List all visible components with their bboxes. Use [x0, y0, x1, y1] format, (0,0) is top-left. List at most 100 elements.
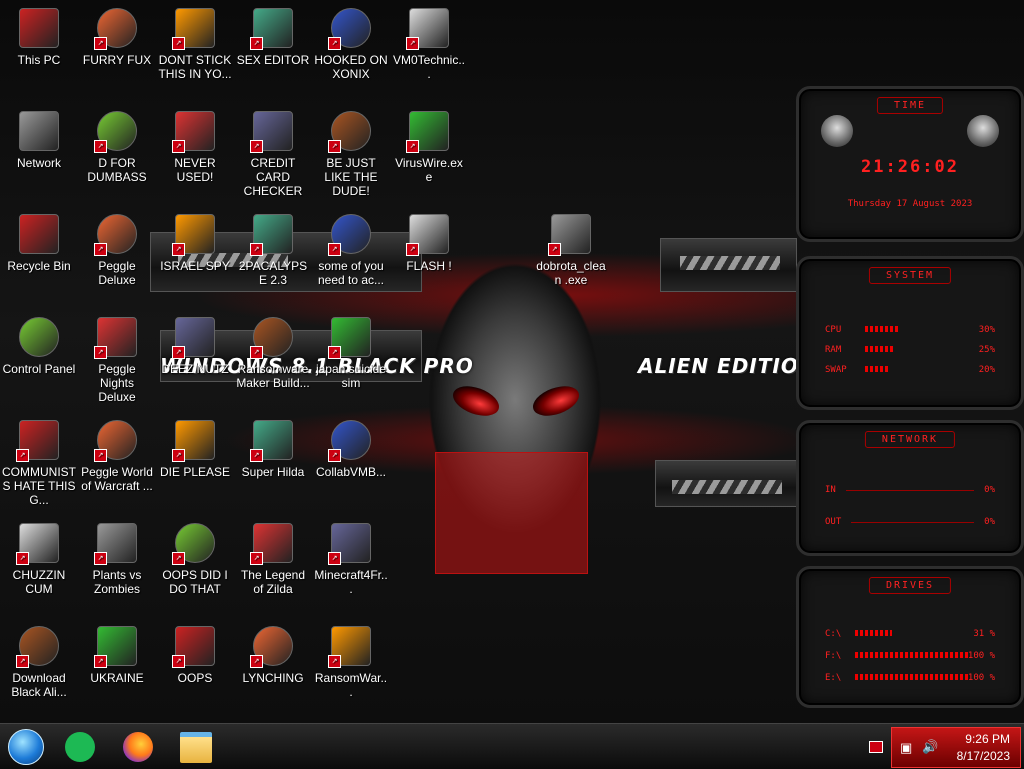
desktop-icon[interactable]: ↗ some of you need to ac... [312, 206, 390, 287]
taskbar-app-firefox[interactable] [118, 729, 158, 765]
desktop-icon[interactable]: ↗ OOPS DID I DO THAT [156, 515, 234, 596]
desktop-icon[interactable]: ↗ ISRAEL SPY [156, 206, 234, 273]
desktop-icon[interactable]: ↗ HOOKED ON XONIX [312, 0, 390, 81]
desktop-icon[interactable]: ↗ FLASH ! [390, 206, 468, 273]
desktop-icon[interactable]: ↗ DIE PLEASE [156, 412, 234, 479]
desktop-icon[interactable]: ↗ 2PACALYPSE 2.3 [234, 206, 312, 287]
desktop-icon[interactable]: ↗ COMMUNISTS HATE THIS G... [0, 412, 78, 507]
desktop-icon-label: Super Hilda [241, 465, 305, 479]
time-gadget[interactable]: TIME 21:26:02 Thursday 17 August 2023 [796, 86, 1024, 242]
alien-head-icon [967, 115, 999, 147]
desktop-icon[interactable]: ↗ VM0Technic... [390, 0, 468, 81]
terminal-icon: ↗ [250, 212, 296, 256]
shortcut-badge-icon: ↗ [250, 37, 263, 50]
network-gadget[interactable]: NETWORK IN 0% OUT 0% [796, 420, 1024, 556]
badge-icon: ↗ [250, 624, 296, 668]
volume-icon[interactable]: 🔊 [922, 739, 938, 755]
red-skull-icon: ↗ [172, 624, 218, 668]
app-window-icon: ↗ [250, 315, 296, 359]
shortcut-badge-icon: ↗ [172, 243, 185, 256]
desktop-icon[interactable]: ↗ CHUZZIN CUM [0, 515, 78, 596]
time-gadget-title: TIME [876, 97, 944, 114]
red-orb-icon: ↗ [16, 624, 62, 668]
desktop-icon[interactable]: ↗ Download Black Ali... [0, 618, 78, 699]
portrait-icon: ↗ [172, 521, 218, 565]
desktop-icon[interactable]: ↗ D FOR DUMBASS [78, 103, 156, 184]
shortcut-badge-icon: ↗ [250, 449, 263, 462]
ram-bar [865, 346, 894, 352]
shortcut-badge-icon: ↗ [172, 140, 185, 153]
desktop-icon[interactable]: ↗ Peggle Deluxe [78, 206, 156, 287]
shortcut-badge-icon: ↗ [94, 655, 107, 668]
shortcut-badge-icon: ↗ [16, 655, 29, 668]
desktop-icon[interactable]: ↗ Super Hilda [234, 412, 312, 479]
credit-card-icon: ↗ [250, 109, 296, 153]
taskbar-clock[interactable]: 9:26 PM 8/17/2023 [957, 731, 1010, 765]
desktop-icon[interactable]: ↗ UKRAINE [78, 618, 156, 685]
desktop-icon[interactable]: ↗ Peggle World of Warcraft ... [78, 412, 156, 493]
lime-icon: ↗ [406, 109, 452, 153]
network-gadget-title: NETWORK [864, 431, 956, 448]
desktop-icon[interactable]: Recycle Bin [0, 206, 78, 273]
desktop-icon[interactable]: ↗ DONT STICK THIS IN YO... [156, 0, 234, 81]
desktop-icon[interactable]: ↗ Ransomware Maker Build... [234, 309, 312, 390]
desktop-icon-label: D FOR DUMBASS [87, 156, 147, 184]
drive-f-bar [855, 652, 968, 658]
desktop-icon[interactable]: ↗ dobrota_clean .exe [532, 206, 610, 287]
taskbar-app-explorer[interactable] [176, 729, 216, 765]
desktop-icon[interactable]: ↗ VirusWire.exe [390, 103, 468, 184]
desktop-icon[interactable]: ↗ japan suicide sim [312, 309, 390, 390]
drive-e-value: 100 % [967, 673, 995, 683]
shortcut-badge-icon: ↗ [94, 346, 107, 359]
desktop-icon-label: HOOKED ON XONIX [314, 53, 388, 81]
flash-file-icon: ↗ [406, 212, 452, 256]
desktop-icon[interactable]: ↗ SEX EDITOR [234, 0, 312, 67]
shortcut-badge-icon: ↗ [172, 552, 185, 565]
desktop-icon[interactable]: Control Panel [0, 309, 78, 376]
drives-gadget[interactable]: DRIVES C:\ 31 % F:\ 100 % E:\ 100 % [796, 566, 1024, 708]
desktop-icon-label: FLASH ! [406, 259, 452, 273]
desktop-icon[interactable]: This PC [0, 0, 78, 67]
system-gadget[interactable]: SYSTEM CPU 30% RAM 25% SWAP 20% [796, 256, 1024, 410]
start-button[interactable] [6, 729, 46, 765]
drive-c-value: 31 % [973, 629, 995, 639]
peggle-icon: ↗ [94, 315, 140, 359]
network-in-value: 0% [984, 485, 995, 495]
desktop-icon[interactable]: ↗ NEVER USED! [156, 103, 234, 184]
desktop-icon-label: dobrota_clean .exe [536, 259, 606, 287]
vlc-cone-icon: ↗ [172, 6, 218, 50]
desktop-icon[interactable]: ↗ FURRY FUX [78, 0, 156, 67]
desktop-icon[interactable]: ↗ Plants vs Zombies [78, 515, 156, 596]
cpu-bar [865, 326, 900, 332]
doctor-icon: ↗ [406, 6, 452, 50]
desktop-icon[interactable]: ↗ RansomWar... [312, 618, 390, 699]
desktop-icon[interactable]: ↗ CollabVMB... [312, 412, 390, 479]
desktop-icon-label: Network [16, 156, 61, 170]
desktop-icon[interactable]: ↗ DEEZ NUTZ [156, 309, 234, 376]
shortcut-badge-icon: ↗ [94, 449, 107, 462]
desktop-icon[interactable]: ↗ LYNCHING [234, 618, 312, 685]
desktop-icon[interactable]: Network [0, 103, 78, 170]
desktop-icon[interactable]: ↗ OOPS [156, 618, 234, 685]
tray-overflow-icon[interactable] [869, 741, 883, 753]
desktop-icon[interactable]: ↗ Peggle Nights Deluxe [78, 309, 156, 404]
desktop-icon-label: Minecraft4Fr... [314, 568, 388, 596]
network-in-label: IN [825, 485, 836, 495]
desktop-icon-label: BE JUST LIKE THE DUDE! [324, 156, 378, 198]
taskbar-date: 8/17/2023 [956, 749, 1010, 763]
hex-editor-icon: ↗ [250, 6, 296, 50]
network-status-icon[interactable]: ▣ [900, 740, 912, 756]
ram-row: RAM 25% [825, 345, 995, 355]
xonix-game-icon: ↗ [328, 6, 374, 50]
desktop-icon[interactable]: ↗ CREDIT CARD CHECKER [234, 103, 312, 198]
green-chat-icon: ↗ [94, 109, 140, 153]
gadget-clock: 21:26:02 [861, 157, 959, 177]
taskbar-app-chat[interactable] [60, 729, 100, 765]
alien-left-eye [449, 380, 503, 422]
beaver-icon: ↗ [328, 212, 374, 256]
shortcut-badge-icon: ↗ [94, 37, 107, 50]
desktop-icon[interactable]: ↗ BE JUST LIKE THE DUDE! [312, 103, 390, 198]
desktop-icon-label: SEX EDITOR [236, 53, 310, 67]
desktop-icon[interactable]: ↗ Minecraft4Fr... [312, 515, 390, 596]
desktop-icon[interactable]: ↗ The Legend of Zilda [234, 515, 312, 596]
